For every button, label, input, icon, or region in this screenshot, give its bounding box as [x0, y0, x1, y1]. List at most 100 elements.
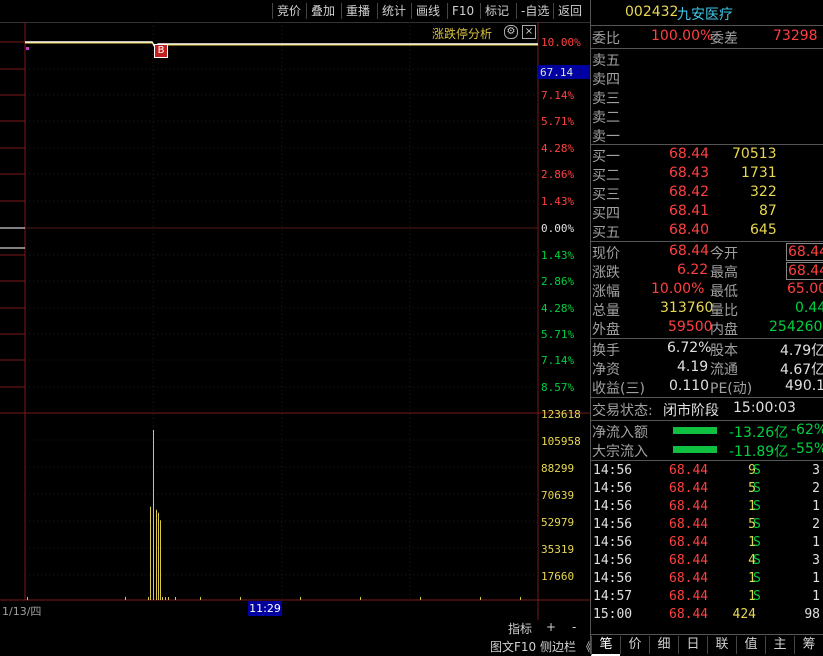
buy-marker[interactable]: B — [154, 44, 168, 58]
stat-label: 今开 — [710, 246, 738, 262]
volume-axis-label: 88299 — [541, 462, 575, 475]
buy-level-label: 买二 — [592, 168, 620, 184]
stat-value-boxed: 68.44 — [786, 262, 823, 280]
stat-value: 59500 — [668, 319, 713, 335]
tick-price: 68.44 — [669, 517, 709, 532]
axis-label: 5.71% — [541, 115, 575, 128]
volume-bar-small — [125, 597, 126, 600]
tick-price: 68.44 — [669, 607, 709, 622]
volume-bar-small — [175, 597, 176, 600]
settings-icon[interactable]: ⚙ — [504, 25, 518, 39]
volume-axis-label: 52979 — [541, 516, 575, 529]
buy-volume: 87 — [759, 203, 777, 219]
fin-label: PE(动) — [710, 381, 753, 397]
panel-tab[interactable]: 细 — [649, 636, 678, 654]
stat-label: 总量 — [592, 303, 620, 319]
stat-value: 10.00% — [651, 281, 705, 297]
tick-count: 1 — [812, 535, 820, 550]
indicator-button[interactable]: 指标 — [508, 620, 532, 637]
tick-count: 3 — [812, 553, 820, 568]
volume-bar-small — [360, 597, 361, 600]
stat-value: 68.44 — [669, 243, 710, 259]
flow-label: 大宗流入 — [592, 444, 648, 460]
stock-code: 002432 — [625, 4, 679, 20]
close-icon[interactable]: × — [522, 25, 536, 39]
tick-direction: S — [753, 535, 761, 550]
tick-direction: S — [753, 589, 761, 604]
panel-tab[interactable]: 主 — [765, 636, 794, 654]
axis-label: 2.86% — [541, 168, 575, 181]
fin-label: 收益(三) — [592, 381, 645, 397]
panel-tab[interactable]: 日 — [678, 636, 707, 654]
fin-value: 4.19 — [677, 359, 709, 375]
zoom-in-button[interactable]: + — [546, 620, 556, 634]
open-marker — [26, 47, 29, 50]
axis-label: 7.14% — [541, 354, 575, 367]
webi-value: 100.00% — [651, 28, 714, 44]
tick-count: 2 — [812, 517, 820, 532]
stat-label: 内盘 — [710, 322, 738, 338]
tick-time: 14:56 — [593, 517, 633, 532]
tick-direction: S — [753, 499, 761, 514]
axis-label: 4.28% — [541, 302, 575, 315]
panel-tab[interactable]: 联 — [707, 636, 736, 654]
axis-label: 2.86% — [541, 275, 575, 288]
buy-level-label: 买五 — [592, 225, 620, 241]
volume-axis-label: 17660 — [541, 570, 575, 583]
volume-bar-small — [165, 597, 166, 600]
volume-axis-label: 105958 — [541, 435, 581, 448]
volume-bars — [27, 429, 521, 600]
sell-level-label: 卖一 — [592, 129, 620, 145]
tick-time: 14:56 — [593, 571, 633, 586]
limit-analysis-label[interactable]: 涨跌停分析 — [432, 25, 492, 42]
volume-bar-small — [200, 597, 201, 600]
flow-value: -13.26亿 — [729, 425, 789, 441]
tick-price: 68.44 — [669, 463, 709, 478]
tick-price: 68.44 — [669, 553, 709, 568]
sidebar-toggle[interactable]: 侧边栏 《 — [540, 638, 592, 655]
cursor-time-label: 11:29 — [248, 601, 282, 616]
date-label: 1/13/四 — [2, 605, 42, 618]
buy-price: 68.40 — [669, 222, 710, 238]
volume-bar — [156, 509, 157, 600]
tick-direction: S — [753, 463, 761, 478]
axis-label: 7.14% — [541, 89, 575, 102]
panel-tab[interactable]: 价 — [620, 636, 649, 654]
intraday-chart[interactable] — [0, 0, 590, 654]
panel-tab[interactable]: 笔 — [591, 636, 620, 656]
webi-label: 委比 — [592, 31, 620, 47]
flow-value: -11.89亿 — [729, 444, 789, 460]
trade-status-value: 闭市阶段 — [663, 403, 719, 419]
stat-label: 涨跌 — [592, 265, 620, 281]
fin-value: 4.67亿 — [780, 362, 823, 378]
tick-count: 3 — [812, 463, 820, 478]
volume-bar — [160, 520, 161, 600]
tick-row: 14:56 68.44 5 S 2 — [591, 517, 823, 535]
tick-row: 14:56 68.44 9 S 3 — [591, 463, 823, 481]
f10-link[interactable]: 图文F10 — [490, 638, 536, 655]
volume-bar-small — [420, 597, 421, 600]
panel-tab[interactable]: 筹 — [794, 636, 823, 654]
tick-time: 14:56 — [593, 553, 633, 568]
volume-bar — [150, 506, 151, 600]
tick-count: 1 — [812, 589, 820, 604]
stat-label: 最高 — [710, 265, 738, 281]
quote-panel: 002432 九安医疗 委比 100.00% 委差 73298 卖五 卖四 卖三… — [590, 0, 823, 656]
tick-time: 15:00 — [593, 607, 633, 622]
panel-tab[interactable]: 值 — [736, 636, 765, 654]
axis-label-cursor: 67.14 — [540, 66, 574, 79]
sell-level-label: 卖三 — [592, 91, 620, 107]
zoom-out-button[interactable]: - — [572, 620, 576, 634]
fin-label: 净资 — [592, 362, 620, 378]
stat-label: 现价 — [592, 246, 620, 262]
left-margin-ticks — [0, 41, 25, 388]
tick-direction: S — [753, 571, 761, 586]
fin-value: 4.79亿 — [780, 343, 823, 359]
tick-row: 14:56 68.44 1 S 1 — [591, 571, 823, 589]
weicha-label: 委差 — [710, 31, 738, 47]
stat-value: 254260 — [769, 319, 823, 335]
volume-bar-small — [300, 597, 301, 600]
tick-time: 14:56 — [593, 499, 633, 514]
flow-label: 净流入额 — [592, 425, 648, 441]
flow-pct: -62% — [791, 422, 823, 438]
